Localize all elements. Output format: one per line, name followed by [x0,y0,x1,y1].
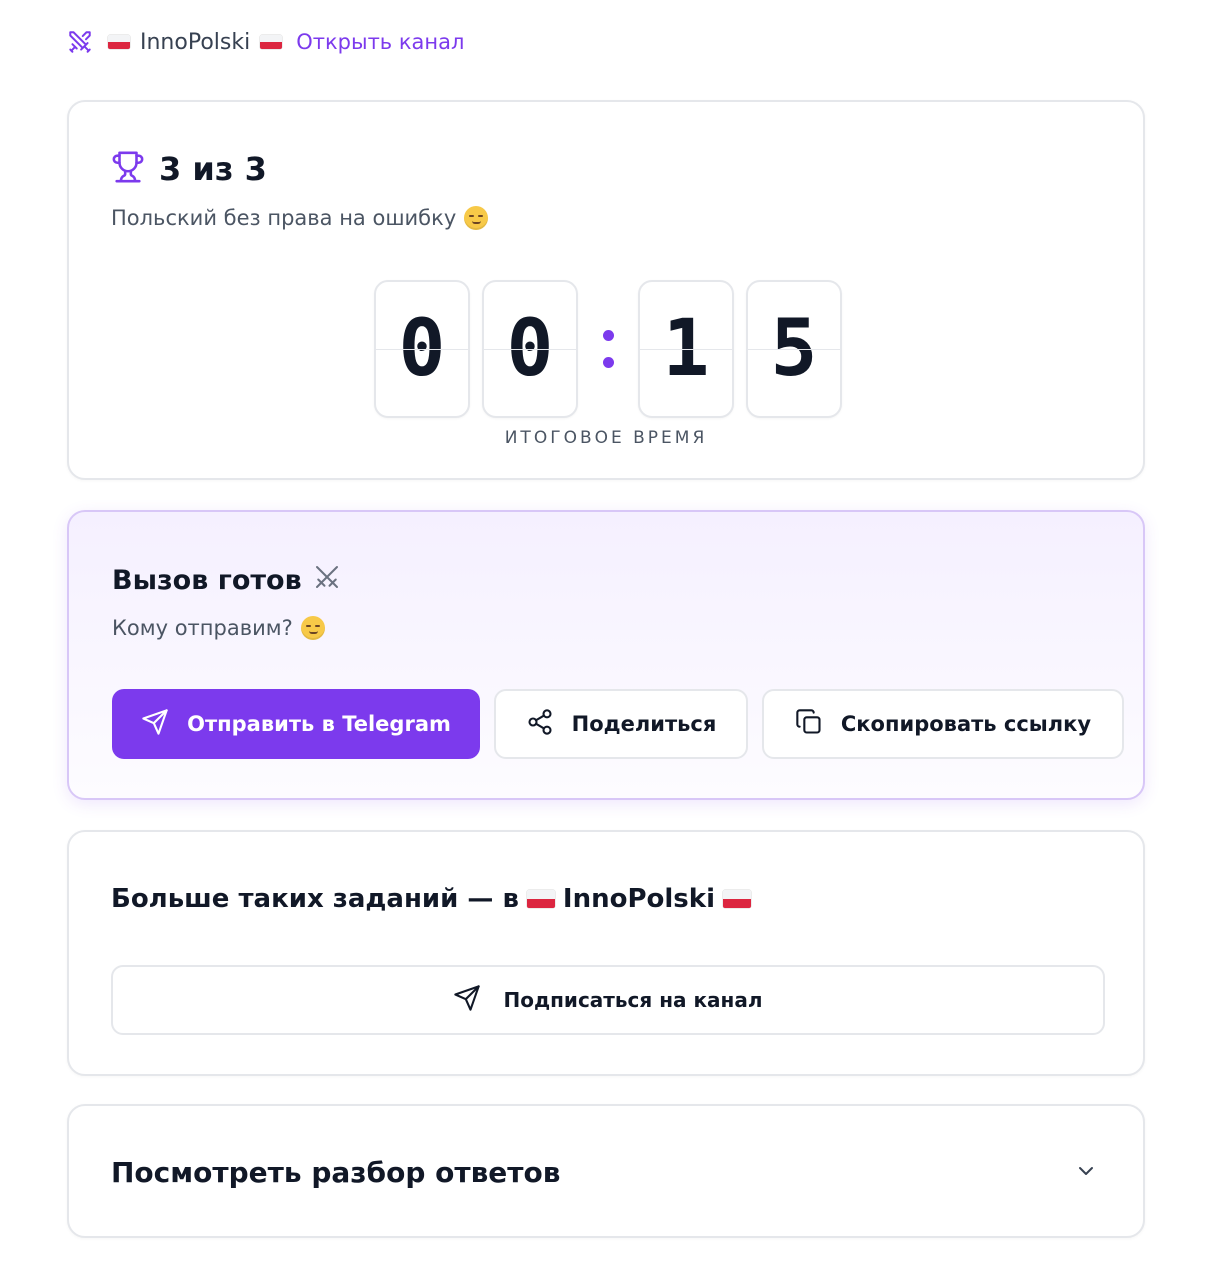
score-card: 3 из 3 Польский без права на ошибку 0 0 … [67,100,1145,480]
score-subtitle: Польский без права на ошибку [111,206,489,230]
trophy-icon [111,150,145,188]
copy-link-button[interactable]: Скопировать ссылку [762,689,1124,759]
channel-name: InnoPolski [140,29,251,55]
score-subtitle-text: Польский без права на ошибку [111,206,457,230]
copy-link-label: Скопировать ссылку [840,712,1092,736]
challenge-title: Вызов готов [112,562,342,599]
poland-flag-icon [260,35,283,49]
smirk-emoji-icon [300,616,325,640]
timer: 0 0 1 5 [374,280,842,418]
send-telegram-label: Отправить в Telegram [187,712,451,736]
poland-flag-icon [723,890,751,908]
crossed-swords-icon [312,562,342,599]
challenge-subtitle: Кому отправим? [112,616,325,640]
crossed-swords-icon [66,28,94,56]
timer-digit: 0 [482,280,578,418]
timer-digit: 1 [638,280,734,418]
subscribe-channel-name: InnoPolski [562,884,715,914]
poland-flag-icon [526,890,555,908]
share-icon [526,708,554,741]
chevron-down-icon[interactable] [1073,1158,1099,1184]
subscribe-button[interactable]: Подписаться на канал [111,965,1105,1035]
timer-digit: 5 [746,280,842,418]
subscribe-card: Больше таких заданий — в InnoPolski Подп… [67,830,1145,1076]
challenge-actions: Отправить в Telegram Поделиться Скопиров… [112,689,1124,759]
copy-icon [795,708,823,741]
smirk-emoji-icon [464,206,489,230]
challenge-title-text: Вызов готов [112,565,302,596]
subscribe-button-label: Подписаться на канал [503,988,763,1012]
score-value: 3 из 3 [159,150,267,188]
timer-colon [578,330,638,368]
top-bar: InnoPolski Открыть канал [66,26,464,58]
challenge-subtitle-text: Кому отправим? [112,616,293,640]
poland-flag-icon [108,35,130,49]
timer-digit: 0 [374,280,470,418]
timer-label: ИТОГОВОЕ ВРЕМЯ [504,428,708,448]
answers-accordion[interactable]: Посмотреть разбор ответов [67,1104,1145,1238]
score-row: 3 из 3 [111,150,267,188]
send-telegram-button[interactable]: Отправить в Telegram [112,689,480,759]
subscribe-title: Больше таких заданий — в InnoPolski [111,884,751,914]
share-label: Поделиться [571,712,717,736]
send-icon [141,708,169,741]
send-icon [453,984,481,1017]
share-button[interactable]: Поделиться [494,689,748,759]
answers-title: Посмотреть разбор ответов [111,1156,561,1189]
challenge-card: Вызов готов Кому отправим? Отправить в T… [67,510,1145,800]
subscribe-title-text: Больше таких заданий — в [111,884,519,914]
open-channel-link[interactable]: Открыть канал [296,30,464,54]
